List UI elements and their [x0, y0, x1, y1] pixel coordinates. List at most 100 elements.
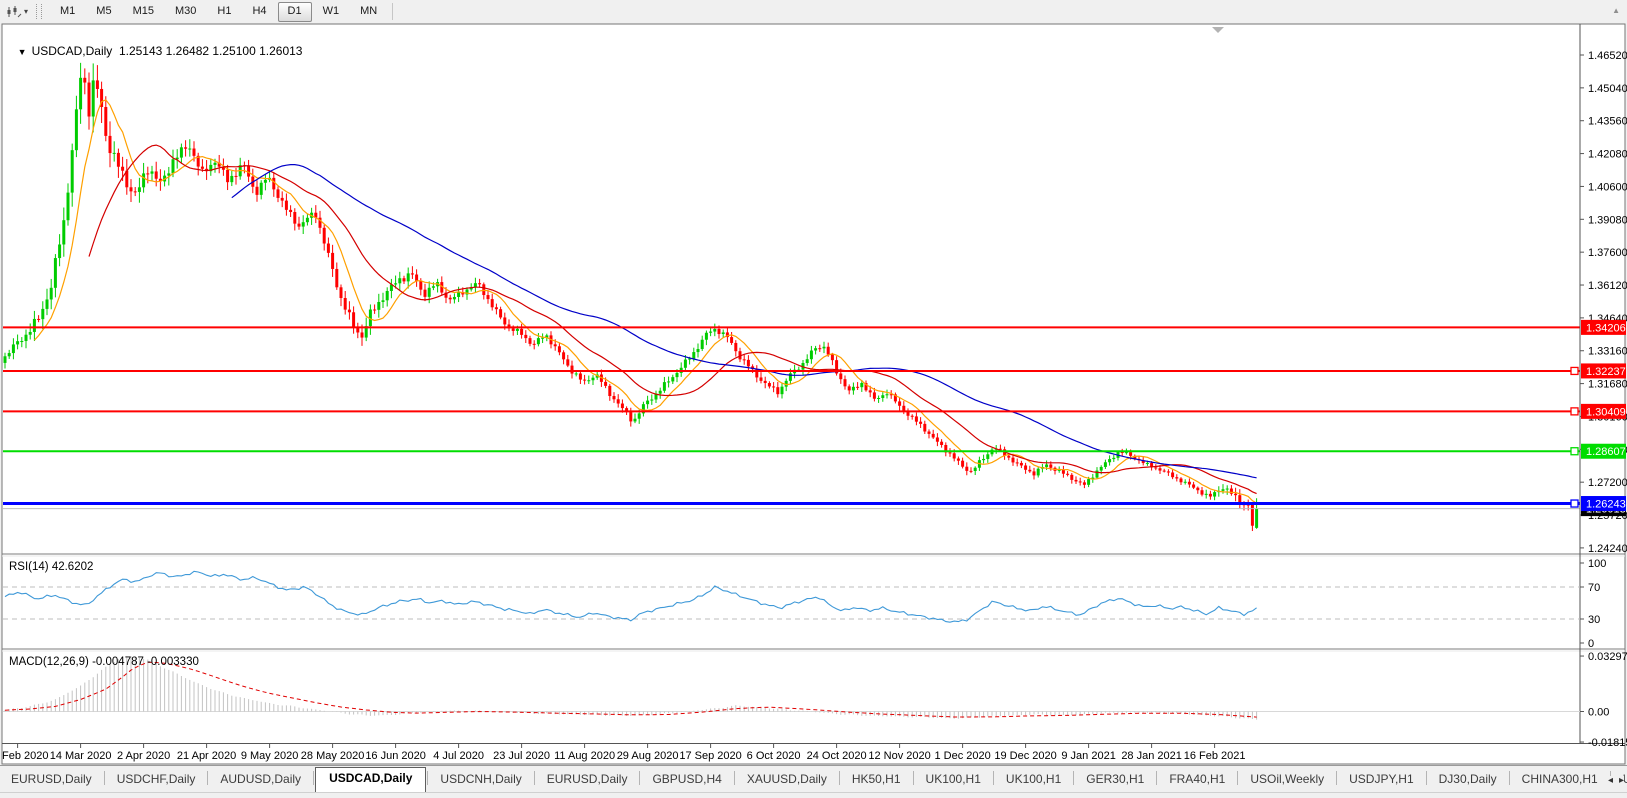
tab-UK100-H1[interactable]: UK100,H1	[915, 769, 992, 792]
timeframe-button-M30[interactable]: M30	[165, 2, 206, 22]
candle-body	[327, 244, 330, 253]
candle-body	[96, 80, 99, 89]
candle-body	[1112, 458, 1115, 459]
candle-body	[20, 341, 23, 342]
candle-body	[881, 395, 884, 398]
tab-DJ30-Daily[interactable]: DJ30,Daily	[1428, 769, 1508, 792]
candle-body	[428, 288, 431, 297]
candle-body	[747, 360, 750, 367]
tab-divider	[1156, 771, 1157, 785]
timeframe-button-MN[interactable]: MN	[350, 2, 387, 22]
toolbar-collapse-icon[interactable]: ▲	[1612, 6, 1620, 15]
candle-body	[1016, 462, 1019, 463]
chart-type-icon[interactable]	[4, 4, 24, 20]
timeframe-button-H1[interactable]: H1	[207, 2, 241, 22]
candle-body	[306, 218, 309, 222]
candle-body	[361, 332, 364, 337]
candle-body	[579, 373, 582, 379]
tab-EURUSD-Daily[interactable]: EURUSD,Daily	[536, 769, 639, 792]
candle-body	[235, 176, 238, 177]
timeframe-button-M15[interactable]: M15	[123, 2, 164, 22]
candle-body	[629, 412, 632, 421]
hline-handle[interactable]	[1571, 500, 1578, 507]
candle-body	[180, 147, 183, 157]
tab-GER30-H1[interactable]: GER30,H1	[1075, 769, 1155, 792]
date-label: 17 Sep 2020	[679, 750, 741, 762]
candle-body	[1251, 505, 1254, 526]
tab-XAUUSD-Daily[interactable]: XAUUSD,Daily	[736, 769, 838, 792]
candle-body	[608, 386, 611, 396]
candle-body	[848, 386, 851, 390]
candle-body	[75, 109, 78, 150]
price-tick-label: 1.33160	[1588, 346, 1627, 358]
chart-menu-icon[interactable]: ▼	[18, 47, 27, 57]
tab-HK50-H1[interactable]: HK50,H1	[841, 769, 912, 792]
candle-body	[617, 399, 620, 403]
tab-UK100-H1[interactable]: UK100,H1	[995, 769, 1072, 792]
candle-body	[650, 400, 653, 401]
tab-EURUSD-Daily[interactable]: EURUSD,Daily	[0, 769, 103, 792]
tab-USDCHF-Daily[interactable]: USDCHF,Daily	[106, 769, 207, 792]
tab-USDJPY-H1[interactable]: USDJPY,H1	[1338, 769, 1424, 792]
tab-AUDUSD-Daily[interactable]: AUDUSD,Daily	[209, 769, 312, 792]
timeframe-button-M5[interactable]: M5	[86, 2, 121, 22]
candle-body	[92, 80, 95, 116]
candle-body	[260, 183, 263, 195]
candle-body	[394, 283, 397, 284]
candle-body	[1129, 452, 1132, 456]
candle-body	[382, 300, 385, 302]
candle-body	[117, 153, 120, 167]
candle-body	[499, 309, 502, 317]
price-tick-label: 1.31680	[1588, 379, 1627, 391]
tab-USDCAD-Daily[interactable]: USDCAD,Daily	[315, 767, 426, 792]
tabs-scroll-left-icon[interactable]: ◂	[1608, 776, 1613, 786]
candle-body	[827, 347, 830, 355]
candle-body	[928, 432, 931, 434]
tab-divider	[1237, 771, 1238, 785]
candle-body	[722, 332, 725, 334]
tab-GBPUSD-H4[interactable]: GBPUSD,H4	[641, 769, 732, 792]
candle-body	[1167, 471, 1170, 472]
toolbar-grip-handle[interactable]	[36, 4, 42, 19]
candle-body	[533, 344, 536, 345]
candle-body	[29, 332, 32, 335]
candle-body	[923, 424, 926, 432]
hline-handle[interactable]	[1571, 408, 1578, 415]
candle-body	[88, 83, 91, 117]
timeframe-button-H4[interactable]: H4	[242, 2, 276, 22]
chart-type-dropdown-caret-icon[interactable]: ▾	[24, 7, 28, 16]
candle-body	[482, 284, 485, 295]
candle-body	[823, 347, 826, 349]
candle-body	[340, 287, 343, 298]
tab-divider	[993, 771, 994, 785]
toolbar-separator	[392, 3, 393, 20]
timeframe-button-D1[interactable]: D1	[278, 2, 312, 22]
candle-body	[71, 150, 74, 192]
candle-body	[155, 171, 158, 178]
candle-body	[1192, 484, 1195, 487]
hline-handle[interactable]	[1571, 367, 1578, 374]
candle-body	[604, 382, 607, 386]
candle-body	[33, 319, 36, 332]
timeframe-button-W1[interactable]: W1	[313, 2, 350, 22]
candle-body	[201, 167, 204, 169]
candle-body	[1222, 489, 1225, 491]
candle-body	[138, 187, 141, 192]
hline-handle[interactable]	[1571, 448, 1578, 455]
candle-body	[1255, 509, 1258, 528]
candle-body	[1024, 465, 1027, 469]
chart-canvas[interactable]: 1.465201.450401.435601.420801.406001.390…	[0, 0, 1627, 797]
tab-FRA40-H1[interactable]: FRA40,H1	[1158, 769, 1236, 792]
top-toolbar: ▾ M1M5M15M30H1H4D1W1MN ▲	[0, 0, 1627, 23]
candle-body	[46, 299, 49, 308]
tab-USDCNH-Daily[interactable]: USDCNH,Daily	[429, 769, 532, 792]
tab-CHINA300-H1[interactable]: CHINA300,H1	[1511, 769, 1609, 792]
tab-USOil-Weekly[interactable]: USOil,Weekly	[1239, 769, 1335, 792]
timeframe-button-M1[interactable]: M1	[50, 2, 85, 22]
tabs-scroll-right-icon[interactable]: ▸	[1619, 776, 1624, 786]
date-label: 29 Aug 2020	[617, 750, 679, 762]
rsi-scale-label: 100	[1588, 558, 1606, 570]
candle-body	[16, 341, 19, 344]
candle-body	[1213, 492, 1216, 496]
candle-body	[1171, 472, 1174, 477]
